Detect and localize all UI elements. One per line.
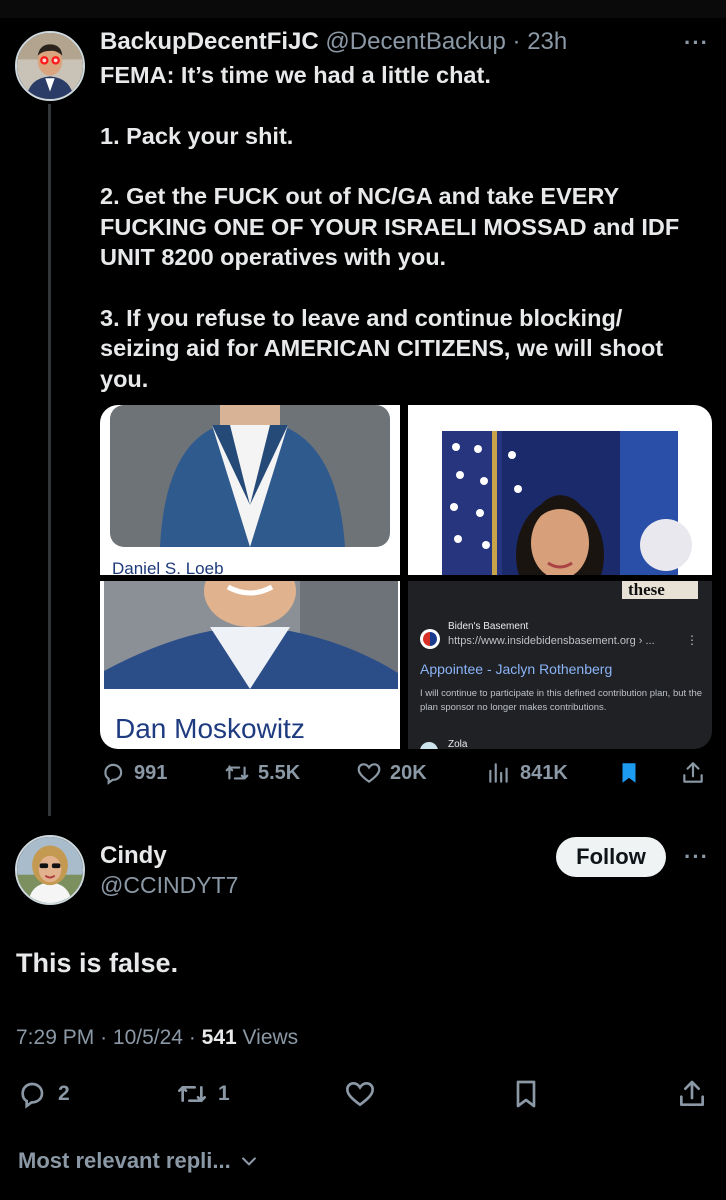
share-button[interactable] <box>680 760 714 786</box>
top-status-strip <box>0 0 726 18</box>
tweet-meta: 7:29 PM · 10/5/24 · 541 Views <box>16 1026 298 1050</box>
like-count: 20K <box>390 761 427 784</box>
share-icon <box>680 1080 704 1106</box>
repost-button[interactable]: 5.5K <box>224 760 300 786</box>
suited-man-photo <box>110 405 390 547</box>
replies-sort-label: Most relevant repli... <box>18 1148 231 1173</box>
bookmark-filled-icon <box>622 763 636 783</box>
svg-text:these: these <box>628 581 665 599</box>
bookmark-button[interactable] <box>616 760 650 786</box>
more-dots-icon[interactable]: ··· <box>684 844 709 870</box>
search-result-snippet: I will continue to participate in this d… <box>420 688 703 713</box>
tweet-actions-bar: 2 1 <box>16 1078 710 1112</box>
avatar[interactable] <box>15 31 85 101</box>
display-name[interactable]: BackupDecentFiJC <box>100 28 319 55</box>
media-grid[interactable]: Daniel S. Loeb Dan Moskowitz these Biden… <box>100 405 712 749</box>
views-count: 841K <box>520 761 568 784</box>
views-count: 541 <box>201 1026 237 1049</box>
avatar[interactable] <box>15 835 85 905</box>
views-label: Views <box>242 1026 299 1049</box>
search-result-url: https://www.insidebidensbasement.org › .… <box>448 635 655 647</box>
analytics-icon <box>489 763 508 783</box>
heart-icon <box>357 763 381 783</box>
cropped-book-cover-graphic: these <box>622 581 698 599</box>
image-caption: Dan Moskowitz <box>115 713 305 744</box>
tweet-paragraph: 2. Get the FUCK out of NC/GA and take EV… <box>100 183 680 270</box>
media-image-loeb[interactable]: Daniel S. Loeb <box>100 405 400 575</box>
follow-button[interactable]: Follow <box>556 837 666 877</box>
site-favicon-icon <box>420 629 440 649</box>
repost-icon <box>178 1086 206 1102</box>
repost-count: 1 <box>218 1082 230 1105</box>
share-button[interactable] <box>676 1078 718 1110</box>
reply-button[interactable]: 991 <box>100 760 167 786</box>
replies-sort-dropdown[interactable]: Most relevant repli... <box>18 1148 259 1174</box>
like-button[interactable] <box>344 1078 386 1110</box>
reply-button[interactable]: 2 <box>16 1078 70 1110</box>
avatar-woman-icon <box>17 837 83 903</box>
meta-separator: · <box>100 1026 113 1049</box>
tweet-actions-bar: 991 5.5K 20K 841K <box>100 760 712 794</box>
search-result-title: Appointee - Jaclyn Rothenberg <box>420 661 613 677</box>
tweet-text: This is false. <box>16 948 179 978</box>
zola-favicon-icon <box>420 742 438 749</box>
tweet-paragraph: 1. Pack your shit. <box>100 122 294 149</box>
reply-count: 991 <box>134 761 168 784</box>
more-dots-icon[interactable]: ··· <box>684 30 709 56</box>
search-result-site: Biden's Basement <box>448 621 529 632</box>
chevron-down-icon <box>241 1157 256 1166</box>
tweet-time[interactable]: · 23h <box>513 28 568 55</box>
portrait-with-flags-photo <box>442 431 692 575</box>
views-button[interactable]: 841K <box>486 760 568 786</box>
thread-connector-line <box>48 104 51 816</box>
display-name[interactable]: Cindy <box>100 842 167 870</box>
image-caption: Daniel S. Loeb <box>112 559 224 575</box>
share-icon <box>683 762 703 783</box>
user-handle[interactable]: @DecentBackup <box>325 28 505 55</box>
vertical-more-icon: ⋮ <box>686 633 698 647</box>
heart-icon <box>345 1081 375 1107</box>
media-image-moskowitz[interactable]: Dan Moskowitz <box>100 581 400 749</box>
user-handle[interactable]: @CCINDYT7 <box>100 872 238 899</box>
bookmark-button[interactable] <box>510 1078 552 1110</box>
media-image-official-portrait[interactable] <box>408 405 712 575</box>
repost-button[interactable]: 1 <box>176 1078 230 1110</box>
tweet-header: BackupDecentFiJC @DecentBackup · 23h <box>100 28 567 56</box>
tweet-text: FEMA: It’s time we had a little chat. 1.… <box>100 60 700 394</box>
meta-separator: · <box>188 1026 202 1049</box>
reply-icon <box>21 1082 44 1109</box>
like-button[interactable]: 20K <box>356 760 427 786</box>
tweet-time[interactable]: 7:29 PM <box>16 1026 94 1049</box>
repost-count: 5.5K <box>258 761 301 784</box>
reply-icon <box>104 763 123 785</box>
search-result-site: Zola <box>448 739 468 749</box>
reply-count: 2 <box>58 1082 70 1105</box>
tweet-paragraph: 3. If you refuse to leave and continue b… <box>100 304 664 392</box>
bookmark-icon <box>516 1080 536 1108</box>
repost-icon <box>225 765 249 780</box>
tweet-paragraph: FEMA: It’s time we had a little chat. <box>100 62 491 88</box>
tweet-date[interactable]: 10/5/24 <box>113 1026 183 1049</box>
media-image-search-result[interactable]: these Biden's Basement https://www.insid… <box>408 581 712 749</box>
avatar-man-icon <box>17 33 83 99</box>
